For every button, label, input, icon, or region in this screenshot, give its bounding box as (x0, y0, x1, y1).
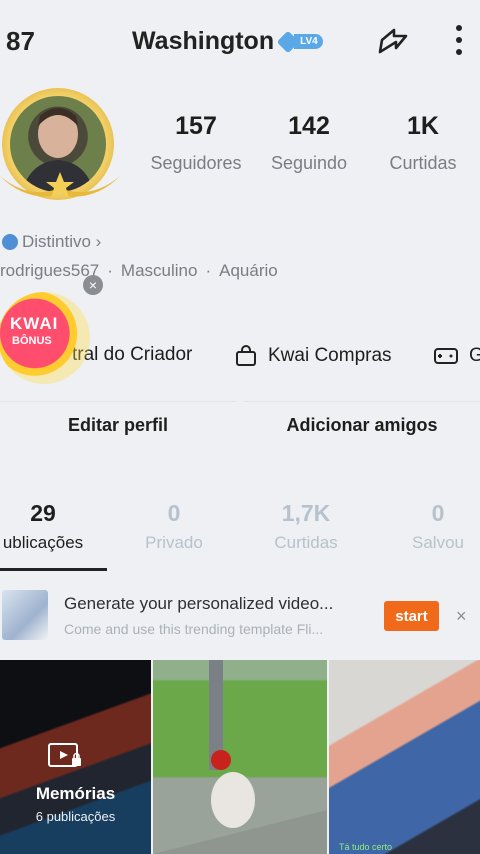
badge-icon (2, 234, 18, 250)
followers-count: 157 (175, 112, 217, 140)
share-icon[interactable] (374, 22, 412, 60)
kwai-bonus-button[interactable]: KWAI BÔNUS (0, 292, 90, 384)
level-badge: LV4 (276, 30, 323, 53)
video-thumbnail[interactable]: Tá tudo certo (329, 660, 480, 854)
tool-label: tral do Criador (72, 344, 193, 365)
tab-label: Privado (145, 533, 203, 552)
tool-label: G (469, 345, 480, 366)
followers-label: Seguidores (150, 153, 242, 173)
tab-publications[interactable]: 29 ublicações (0, 500, 103, 553)
active-tab-indicator (0, 568, 107, 571)
memories-tile[interactable]: Memórias 6 publicações (0, 660, 151, 854)
tool-creator-center[interactable]: tral do Criador (72, 344, 192, 366)
promo-thumbnail (2, 590, 48, 640)
following-count: 142 (288, 112, 330, 140)
edit-profile-button[interactable]: Editar perfil (0, 401, 236, 449)
kwai-bonus-line2: BÔNUS (12, 335, 52, 347)
badge-link[interactable]: Distintivo › (2, 232, 101, 252)
following-label: Seguindo (270, 153, 348, 173)
top-bar: 87 Washington LV4 (0, 0, 480, 82)
promo-title: Generate your personalized video... (64, 594, 334, 613)
memories-title: Memórias (35, 784, 116, 803)
tab-count: 0 (431, 500, 445, 526)
memories-count: 6 publicações (35, 809, 116, 824)
add-friends-button[interactable]: Adicionar amigos (244, 401, 480, 449)
likes-count: 1K (407, 112, 439, 140)
info-separator: · (205, 261, 212, 280)
shopping-bag-icon (236, 345, 256, 366)
tab-label: Salvou (412, 533, 464, 552)
profile-info: rodrigues567 · Masculino · Aquário (0, 261, 278, 281)
kwai-bonus-close-icon[interactable]: × (83, 275, 103, 295)
tab-label: ublicações (2, 533, 84, 552)
stat-followers[interactable]: 157 Seguidores (136, 112, 256, 174)
tab-label: Curtidas (274, 533, 338, 552)
kwai-bonus-line1: KWAI (10, 314, 59, 333)
top-left-text: 87 (6, 26, 35, 56)
content-tabs: 29 ublicações 0 Privado 1,7K Curtidas 0 … (0, 500, 480, 572)
profile-name: Washington (132, 27, 275, 55)
zodiac-sign: Aquário (219, 261, 278, 280)
tool-label: Kwai Compras (268, 345, 392, 366)
username: rodrigues567 (0, 261, 100, 280)
tab-count: 29 (30, 500, 56, 526)
gender: Masculino (120, 261, 198, 280)
tab-likes[interactable]: 1,7K Curtidas (246, 500, 366, 553)
tab-private[interactable]: 0 Privado (114, 500, 234, 553)
tab-count: 0 (167, 500, 181, 526)
tab-saved[interactable]: 0 Salvou (378, 500, 480, 553)
more-icon[interactable] (446, 22, 472, 58)
stat-following[interactable]: 142 Seguindo (249, 112, 369, 174)
promo-start-button[interactable]: start (384, 601, 439, 631)
video-grid: Memórias 6 publicações Tá tudo certo (0, 660, 480, 854)
tool-kwai-shopping[interactable]: Kwai Compras (234, 344, 392, 368)
info-separator: · (107, 261, 113, 280)
badge-label: Distintivo › (22, 232, 102, 251)
promo-close-icon[interactable]: × (456, 606, 467, 627)
tool-games[interactable]: G (433, 344, 480, 368)
stat-likes[interactable]: 1K Curtidas (363, 112, 480, 174)
video-caption: Tá tudo certo (339, 842, 393, 852)
profile-title: Washington LV4 (132, 27, 323, 56)
promo-subtitle: Come and use this trending template Fli.… (64, 621, 324, 637)
template-promo-banner[interactable]: Generate your personalized video... Come… (0, 588, 480, 644)
likes-label: Curtidas (389, 153, 457, 173)
gamepad-icon (434, 348, 458, 364)
bird-scene-image (153, 660, 327, 854)
video-lock-icon (48, 743, 81, 767)
avatar[interactable] (0, 86, 120, 206)
laurel-wings-icon (0, 172, 120, 198)
tab-count: 1,7K (281, 500, 331, 526)
video-thumbnail[interactable] (153, 660, 327, 854)
